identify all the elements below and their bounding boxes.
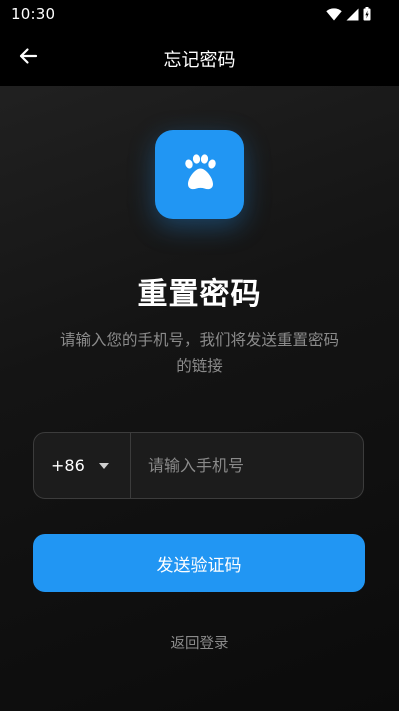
status-bar: 10:30 — [0, 0, 399, 30]
status-icons — [326, 7, 371, 21]
country-code-value: +86 — [51, 456, 85, 475]
paw-icon — [180, 153, 220, 196]
instruction-line-2: 的链接 — [176, 357, 223, 375]
app-header: 忘记密码 — [0, 30, 399, 86]
forgot-password-screen: 10:30 忘记密码 重置密码 请输入您的手机号，我们将发送重置密码 的链接 +… — [0, 0, 399, 711]
instruction-text: 请输入您的手机号，我们将发送重置密码 的链接 — [30, 327, 369, 379]
phone-input-group: +86 — [33, 432, 364, 499]
country-code-selector[interactable]: +86 — [34, 433, 130, 498]
send-code-button[interactable]: 发送验证码 — [33, 534, 365, 592]
wifi-icon — [326, 7, 342, 21]
dropdown-caret-icon — [98, 462, 109, 469]
return-to-login-link[interactable]: 返回登录 — [0, 632, 399, 653]
instruction-line-1: 请输入您的手机号，我们将发送重置密码 — [59, 331, 339, 349]
app-logo — [155, 130, 244, 219]
signal-icon — [346, 8, 359, 21]
phone-number-input[interactable] — [131, 432, 363, 499]
page-title: 忘记密码 — [163, 50, 236, 71]
status-time: 10:30 — [11, 5, 56, 23]
battery-icon — [363, 7, 371, 21]
reset-password-heading: 重置密码 — [137, 277, 262, 312]
